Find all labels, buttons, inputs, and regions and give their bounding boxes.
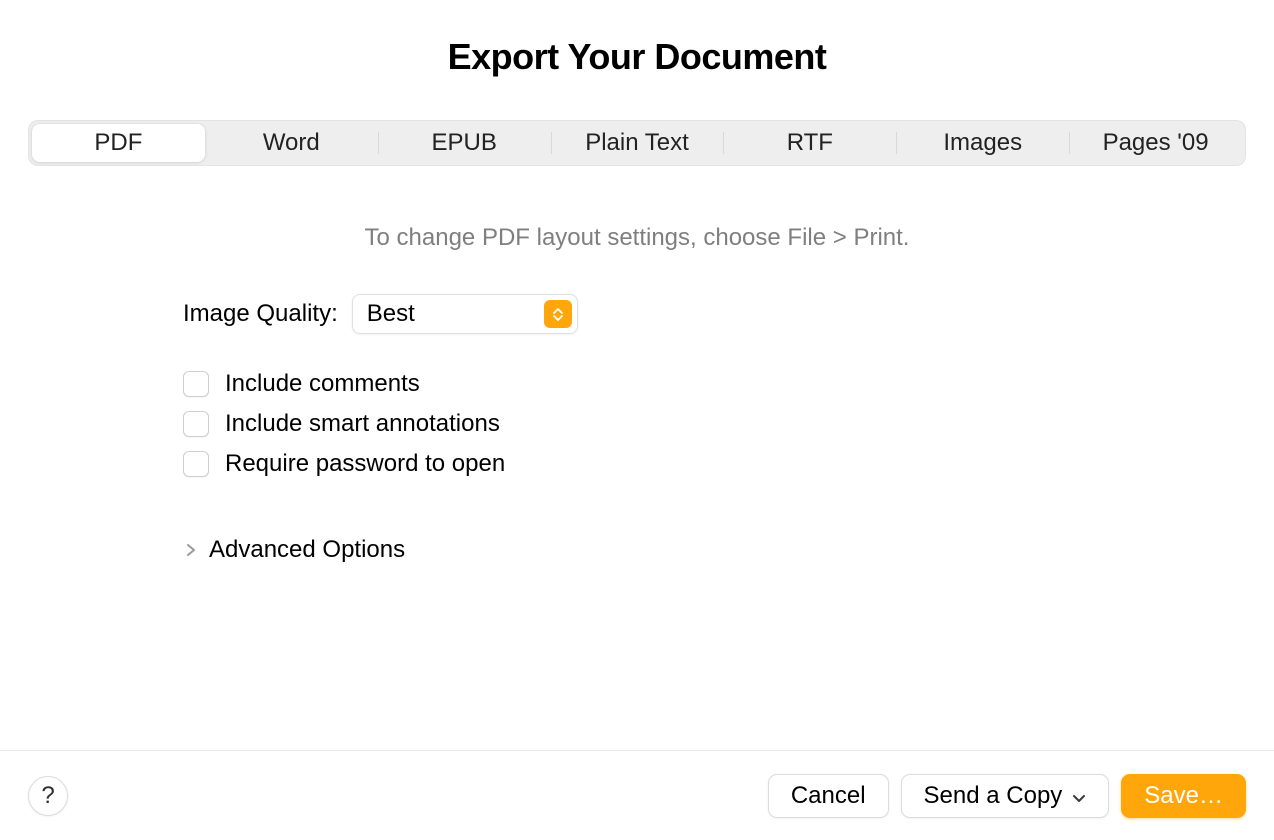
help-button[interactable]: ?	[28, 776, 68, 816]
image-quality-value: Best	[367, 300, 544, 328]
include-smart-annotations-checkbox[interactable]	[183, 411, 209, 437]
tab-label: Plain Text	[585, 129, 689, 157]
advanced-options-label: Advanced Options	[209, 536, 405, 564]
require-password-label: Require password to open	[225, 450, 505, 478]
tab-label: Pages '09	[1103, 129, 1209, 157]
layout-hint: To change PDF layout settings, choose Fi…	[365, 224, 910, 252]
chevron-right-icon	[183, 543, 199, 557]
tab-pdf[interactable]: PDF	[32, 124, 205, 162]
tab-label: PDF	[94, 129, 142, 157]
cancel-button[interactable]: Cancel	[768, 774, 889, 818]
require-password-checkbox[interactable]	[183, 451, 209, 477]
dialog-footer: ? Cancel Send a Copy Save…	[0, 750, 1274, 840]
help-icon: ?	[41, 782, 54, 810]
save-button-label: Save…	[1144, 782, 1223, 810]
tab-pages-09[interactable]: Pages '09	[1069, 124, 1242, 162]
tab-label: Word	[263, 129, 320, 157]
save-button[interactable]: Save…	[1121, 774, 1246, 818]
popup-stepper-icon	[544, 300, 572, 328]
format-tab-strip: PDF Word EPUB Plain Text RTF Images Page…	[28, 120, 1246, 166]
tab-plain-text[interactable]: Plain Text	[551, 124, 724, 162]
send-a-copy-button[interactable]: Send a Copy	[901, 774, 1110, 818]
cancel-button-label: Cancel	[791, 782, 866, 810]
tab-word[interactable]: Word	[205, 124, 378, 162]
tab-images[interactable]: Images	[896, 124, 1069, 162]
tab-epub[interactable]: EPUB	[378, 124, 551, 162]
tab-label: EPUB	[431, 129, 496, 157]
tab-label: Images	[943, 129, 1022, 157]
image-quality-label: Image Quality:	[183, 300, 338, 328]
include-comments-label: Include comments	[225, 370, 420, 398]
advanced-options-disclosure[interactable]: Advanced Options	[183, 536, 578, 564]
dialog-title: Export Your Document	[448, 36, 827, 78]
image-quality-popup[interactable]: Best	[352, 294, 578, 334]
chevron-down-icon	[1072, 782, 1086, 810]
send-a-copy-label: Send a Copy	[924, 782, 1063, 810]
include-comments-checkbox[interactable]	[183, 371, 209, 397]
include-smart-annotations-label: Include smart annotations	[225, 410, 500, 438]
tab-label: RTF	[787, 129, 833, 157]
tab-rtf[interactable]: RTF	[723, 124, 896, 162]
